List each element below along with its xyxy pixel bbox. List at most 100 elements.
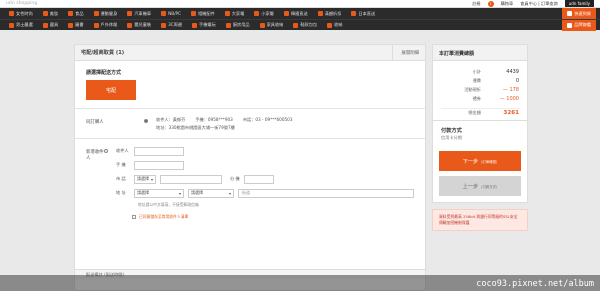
nav-item-3[interactable]: 運動健身 <box>89 8 123 19</box>
highlight-icon <box>567 22 573 28</box>
street-input[interactable]: 街道 <box>238 188 414 198</box>
category-icon <box>127 11 133 16</box>
category-icon <box>351 11 357 16</box>
category-nav: 女性時尚 美妝 食品 運動健身 汽車機車 NB/PC 相機配件 大家電 小家電 韓國直送 滿額折扣日… <box>0 8 600 31</box>
category-row-2: 男士嚴選 寢具 圖書 戶外休閒 嬰兒童裝 3C周邊 手機電玩 廚房用品 家具收納 鞋款包包 收納 品牌… <box>0 19 600 31</box>
recipient-name-input[interactable] <box>134 146 184 156</box>
new-recipient-form: 收件人 手 機 市 話 請選擇 ▾ 分 機 地 址 請選擇 ▾ 請選擇 ▾ 街道 地址… <box>116 146 414 245</box>
checkout-main: 宅配/超商取貨 (1) 展開明細 請選擇配送方式 宅配 同訂購人 收件人：黃郁芬… <box>74 44 426 291</box>
category-icon <box>42 11 48 16</box>
nav-item-4[interactable]: 汽車機車 <box>122 8 156 19</box>
nav-item-4[interactable]: 嬰兒童裝 <box>122 20 156 31</box>
district-select[interactable]: 請選擇 ▾ <box>188 188 234 198</box>
same-as-buyer-label: 同訂購人 <box>86 120 104 125</box>
nav-item-1[interactable]: 寢具 <box>38 20 63 31</box>
buyer-name: 收件人：黃郁芬 <box>156 117 186 122</box>
highlight-icon <box>567 11 573 16</box>
summary-card: 本訂單消費總額 小計 4439 運費 0 活動現折 — 178 禮券 — 1000 總金額 32… <box>432 44 528 203</box>
category-icon <box>9 11 14 16</box>
nav-item-3[interactable]: 戶外休閒 <box>89 20 123 31</box>
prev-step-button[interactable]: 上一步 (付款方式) <box>439 176 521 196</box>
nav-item-0[interactable]: 女性時尚 <box>4 8 38 19</box>
mobile-input[interactable] <box>134 160 184 170</box>
nav-item-5[interactable]: 3C周邊 <box>156 20 187 31</box>
same-as-buyer-radio[interactable] <box>144 119 148 123</box>
nav-item-8[interactable]: 小家電 <box>249 8 279 19</box>
nav-fast-delivery[interactable]: 快速到貨 <box>562 8 596 19</box>
top-bar: udn shopping 註冊 1 購物車 會員中心 | 訂單查詢 udn fa… <box>0 0 600 8</box>
category-icon <box>161 11 167 16</box>
new-recipient-radio[interactable] <box>104 149 108 153</box>
section-title: 宅配/超商取貨 (1) <box>81 50 125 56</box>
category-icon <box>225 22 231 28</box>
nav-item-10[interactable]: 滿額折扣 <box>313 8 347 19</box>
nav-item-11[interactable]: 日本直送 <box>346 8 380 19</box>
category-icon <box>224 11 230 16</box>
nav-item-8[interactable]: 家具收納 <box>255 20 289 31</box>
category-icon <box>259 22 265 28</box>
category-icon <box>283 11 289 16</box>
ext-input[interactable] <box>243 174 274 184</box>
home-delivery-button[interactable]: 宅配 <box>86 80 136 100</box>
delivery-method-block: 請選擇配送方式 宅配 <box>75 61 425 108</box>
summary-title: 本訂單消費總額 <box>433 45 527 61</box>
order-summary-panel: 本訂單消費總額 小計 4439 運費 0 活動現折 — 178 禮券 — 1000 總金額 32… <box>432 44 528 231</box>
save-recipient-checkbox[interactable]: 已同意儲存至常用收件人清單 <box>132 214 414 220</box>
ext-label: 分 機 <box>230 176 240 181</box>
total-row: 總金額 3261 <box>441 108 519 117</box>
same-as-buyer-row: 同訂購人 收件人：黃郁芬 手機：0958***903 市話：03 - 09***60… <box>75 108 425 138</box>
checkbox-icon[interactable] <box>132 215 136 219</box>
nav-item-6[interactable]: 相機配件 <box>186 8 220 19</box>
address-note: 地址請以中文填寫，不接受郵政信箱 <box>138 202 199 207</box>
summary-rows: 小計 4439 運費 0 活動現折 — 178 禮券 — 1000 <box>433 61 527 106</box>
tel-area-select[interactable]: 請選擇 ▾ <box>134 174 156 184</box>
payment-value: 信用卡分期 <box>441 135 462 140</box>
summary-row: 活動現折 — 178 <box>464 86 519 93</box>
member-link[interactable]: 會員中心 | 訂單查詢 <box>520 1 558 7</box>
cart-link[interactable]: 購物車 <box>501 1 514 7</box>
tel-label: 市 話 <box>116 176 126 181</box>
nav-item-2[interactable]: 圖書 <box>63 20 88 31</box>
nav-item-0[interactable]: 男士嚴選 <box>4 20 38 31</box>
category-icon <box>190 11 196 16</box>
payment-method: 付款方式 信用卡分期 <box>433 120 527 145</box>
category-icon <box>161 22 167 28</box>
nav-item-2[interactable]: 食品 <box>63 8 88 19</box>
category-icon <box>9 22 14 28</box>
category-row-1: 女性時尚 美妝 食品 運動健身 汽車機車 NB/PC 相機配件 大家電 小家電 韓國直送 滿額折扣日… <box>0 8 600 19</box>
address-label: 地 址 <box>116 190 126 195</box>
category-icon <box>42 22 48 28</box>
tel-number-input[interactable] <box>160 174 222 184</box>
expand-details-toggle[interactable]: 展開明細 <box>392 44 419 61</box>
category-icon <box>254 11 260 16</box>
category-icon <box>127 22 133 28</box>
payment-title: 付款方式 <box>441 128 462 134</box>
nav-item-7[interactable]: 廚房用品 <box>221 20 255 31</box>
cart-count-badge: 1 <box>487 0 494 7</box>
udn-family-link[interactable]: udn family <box>564 0 594 7</box>
nav-item-9[interactable]: 鞋款包包 <box>288 20 322 31</box>
site-brand[interactable]: udn shopping <box>6 1 37 6</box>
new-recipient-row: 新增收件人 收件人 手 機 市 話 請選擇 ▾ 分 機 地 址 請選擇 ▾ 請選擇 ▾ <box>75 138 425 252</box>
nav-item-6[interactable]: 手機電玩 <box>187 20 221 31</box>
nav-item-5[interactable]: NB/PC <box>156 8 186 19</box>
nav-item-7[interactable]: 大家電 <box>220 8 250 19</box>
city-select[interactable]: 請選擇 ▾ <box>134 188 184 198</box>
nav-item-1[interactable]: 美妝 <box>38 8 63 19</box>
recipient-name-label: 收件人 <box>116 148 129 153</box>
mobile-label: 手 機 <box>116 162 126 167</box>
nav-item-10[interactable]: 收納 <box>322 20 347 31</box>
buyer-info: 收件人：黃郁芬 手機：0958***903 市話：03 - 09***600503 … <box>156 116 303 131</box>
next-step-button[interactable]: 下一步 (訂單確認) <box>439 151 521 171</box>
nav-item-9[interactable]: 韓國直送 <box>279 8 313 19</box>
category-icon <box>68 22 74 28</box>
category-icon <box>93 22 99 28</box>
category-icon <box>317 11 323 16</box>
summary-row: 禮券 — 1000 <box>472 95 519 102</box>
summary-row: 小計 4439 <box>472 68 519 75</box>
ssl-security-note: 資料受到最高 256bit 與銀行同等級的SSL安全傳輸加密機制保護 <box>432 209 528 231</box>
nav-brand-flagship[interactable]: 品牌旗艦 <box>562 19 596 31</box>
buyer-address: 地址：330桃園市桃園區大埔一街79號7樓 <box>156 125 235 130</box>
delivery-method-label: 請選擇配送方式 <box>86 70 122 76</box>
login-link[interactable]: 註冊 <box>472 1 480 7</box>
